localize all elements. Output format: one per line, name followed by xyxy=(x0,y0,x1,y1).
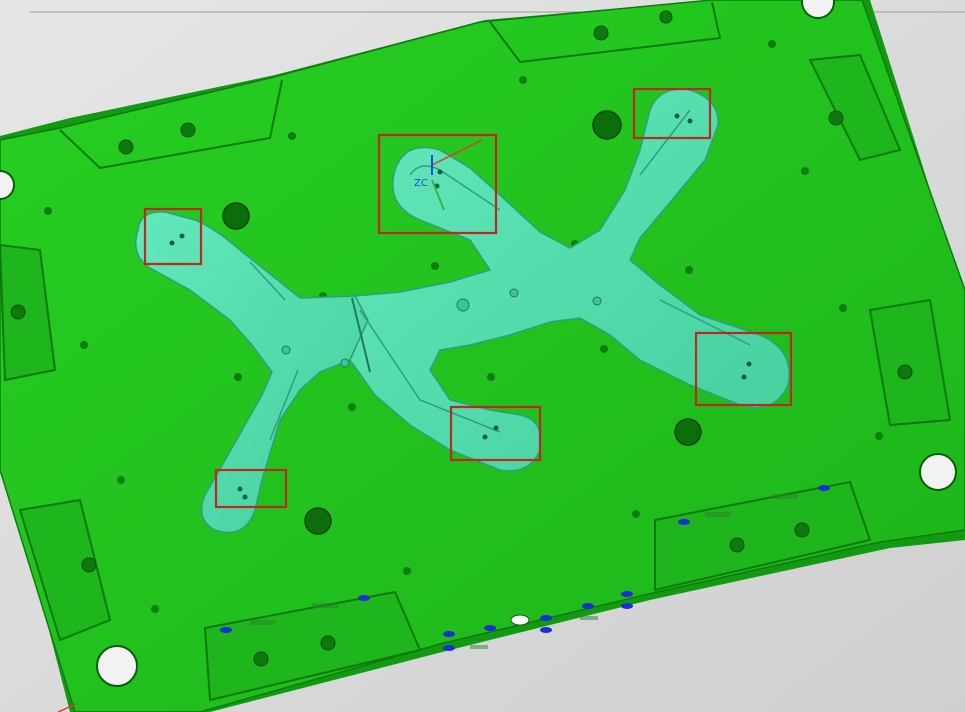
pin-hole xyxy=(44,207,52,215)
cooling-marker xyxy=(220,627,232,633)
pin-hole xyxy=(234,373,242,381)
pin-hole xyxy=(288,132,296,140)
pin-hole xyxy=(519,76,527,84)
engraving-mark xyxy=(772,494,798,499)
cooling-marker xyxy=(540,627,552,633)
cooling-marker xyxy=(582,603,594,609)
bolt-hole xyxy=(659,10,673,24)
ejector-pin xyxy=(493,425,499,431)
ejector-pin xyxy=(242,494,248,500)
cooling-marker xyxy=(443,631,455,637)
insert-hole xyxy=(340,358,350,368)
mold-plate-3d-view[interactable]: ZC xyxy=(0,0,965,712)
bolt-hole xyxy=(118,139,134,155)
pin-hole xyxy=(487,373,495,381)
ejector-pin xyxy=(687,118,693,124)
cooling-marker xyxy=(443,645,455,651)
pin-hole xyxy=(839,304,847,312)
bolt-hole xyxy=(81,557,97,573)
ejector-pin xyxy=(741,374,747,380)
ejector-pin xyxy=(437,169,443,175)
ejector-pin xyxy=(237,486,243,492)
engraving-mark xyxy=(470,645,488,649)
bolt-hole xyxy=(253,651,269,667)
ejector-pin xyxy=(179,233,185,239)
recessed-hole xyxy=(304,507,332,535)
ejector-pin xyxy=(674,113,680,119)
cooling-marker xyxy=(540,615,552,621)
bolt-hole xyxy=(593,25,609,41)
engraving-mark xyxy=(580,616,598,620)
pin-hole xyxy=(117,476,125,484)
engraving-mark xyxy=(312,603,338,608)
insert-hole xyxy=(456,298,470,312)
bolt-hole xyxy=(828,110,844,126)
cooling-marker xyxy=(621,603,633,609)
pin-hole xyxy=(685,266,693,274)
water-inlet-hole xyxy=(510,614,530,626)
pin-hole xyxy=(768,40,776,48)
pin-hole xyxy=(600,345,608,353)
engraving-mark xyxy=(250,620,276,625)
recessed-hole xyxy=(222,202,250,230)
ejector-pin xyxy=(746,361,752,367)
recessed-hole xyxy=(592,110,622,140)
corner-hole-bottom-left xyxy=(96,645,138,687)
cooling-marker xyxy=(358,595,370,601)
pin-hole xyxy=(348,403,356,411)
corner-hole-bottom-right xyxy=(919,453,957,491)
pin-hole xyxy=(875,432,883,440)
cooling-marker xyxy=(818,485,830,491)
bolt-hole xyxy=(10,304,26,320)
pin-hole xyxy=(403,567,411,575)
cooling-marker xyxy=(484,625,496,631)
bolt-hole xyxy=(897,364,913,380)
bolt-hole xyxy=(794,522,810,538)
pin-hole xyxy=(632,510,640,518)
pin-hole xyxy=(80,341,88,349)
engraving-mark xyxy=(705,512,731,517)
cooling-marker xyxy=(621,591,633,597)
pin-hole xyxy=(801,167,809,175)
insert-hole xyxy=(509,288,519,298)
bolt-hole xyxy=(320,635,336,651)
pin-hole xyxy=(431,262,439,270)
bolt-hole xyxy=(180,122,196,138)
csys-label: ZC xyxy=(414,178,428,189)
ejector-pin xyxy=(482,434,488,440)
cooling-marker xyxy=(678,519,690,525)
bolt-hole xyxy=(729,537,745,553)
ejector-pin xyxy=(169,240,175,246)
insert-hole xyxy=(592,296,602,306)
insert-hole xyxy=(281,345,291,355)
pin-hole xyxy=(151,605,159,613)
recessed-hole xyxy=(674,418,702,446)
cad-viewport[interactable]: ZC xyxy=(0,0,965,712)
